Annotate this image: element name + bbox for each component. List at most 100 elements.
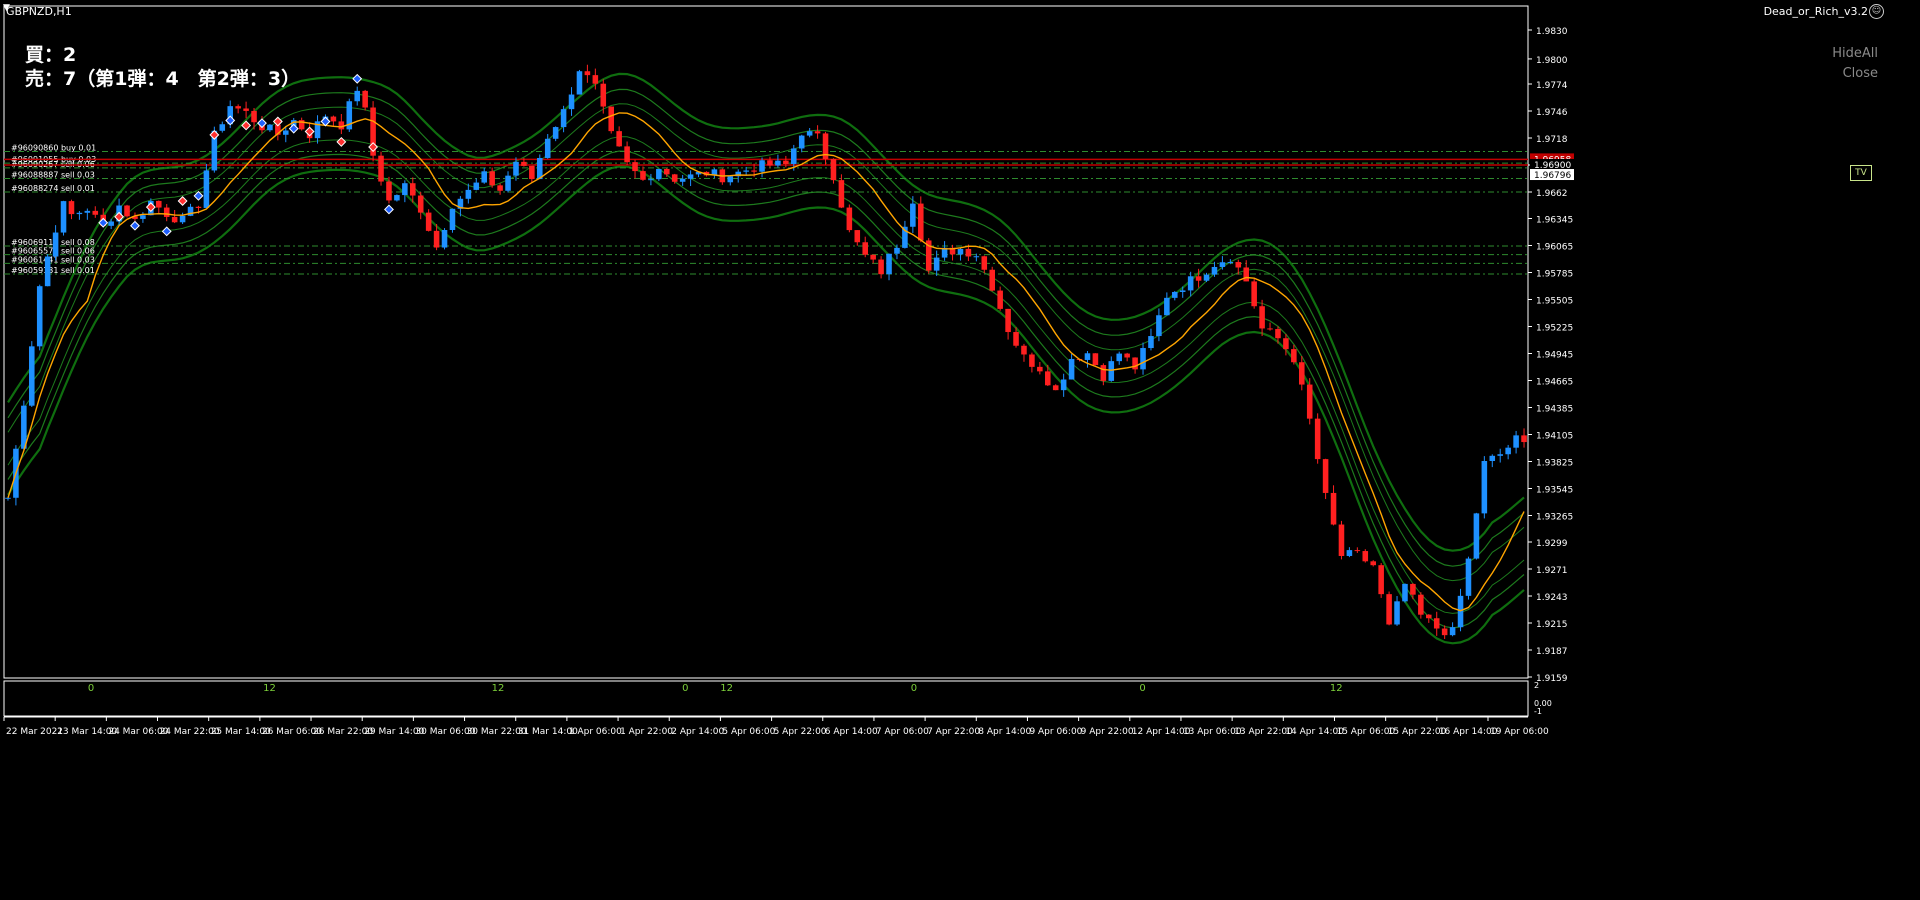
- candle-body: [1346, 550, 1353, 556]
- price-axis-label: 1.94665: [1536, 377, 1573, 387]
- candle-body: [1370, 561, 1376, 566]
- candle-body: [632, 162, 638, 172]
- candle-body: [1275, 329, 1281, 339]
- time-axis-label: 7 Apr 06:00: [876, 727, 929, 737]
- candle-body: [156, 200, 162, 208]
- candle-body: [1029, 354, 1035, 367]
- candle-body: [846, 207, 853, 231]
- candle-body: [1433, 618, 1440, 629]
- candle-body: [521, 161, 527, 166]
- time-axis-label: 9 Apr 06:00: [1029, 727, 1082, 737]
- candle-body: [203, 170, 210, 208]
- candle-body: [251, 110, 257, 123]
- candle-body: [973, 256, 980, 258]
- close-button[interactable]: Close: [1843, 66, 1878, 81]
- candle-body: [1195, 276, 1202, 281]
- candle-body: [1108, 361, 1115, 381]
- candle-body: [1465, 558, 1472, 596]
- candle-body: [163, 207, 170, 217]
- candle-body: [671, 174, 678, 182]
- candle-body: [1219, 262, 1226, 267]
- time-axis-label: 5 Apr 06:00: [722, 727, 775, 737]
- candle-body: [568, 94, 575, 110]
- candle-body: [1148, 336, 1154, 349]
- candle-body: [449, 208, 456, 230]
- entry-marker: [209, 129, 220, 140]
- candle-body: [1394, 601, 1400, 625]
- candle-body: [791, 148, 797, 164]
- price-axis-label: 1.93825: [1536, 458, 1573, 468]
- candle-body: [814, 131, 821, 134]
- candle-body: [1172, 291, 1178, 298]
- candle-body: [918, 203, 924, 241]
- candle-body: [1513, 435, 1519, 448]
- candle-body: [1505, 447, 1511, 455]
- entry-marker: [193, 190, 204, 201]
- candle-body: [767, 160, 773, 166]
- candle-body: [1354, 550, 1361, 552]
- candle-body: [886, 253, 892, 275]
- band-lower-outer: [7, 165, 1525, 645]
- candle-body: [1116, 353, 1122, 362]
- time-axis-label: 15 Apr 06:00: [1336, 727, 1395, 737]
- candle-body: [330, 116, 337, 122]
- price-axis-label: 1.94385: [1536, 404, 1573, 414]
- candle-body: [1227, 262, 1234, 264]
- chart-window[interactable]: 1.98301.98001.97741.97461.97181.96901.96…: [0, 0, 1920, 900]
- candle-body: [679, 178, 686, 182]
- entry-marker: [336, 136, 347, 147]
- candle-body: [505, 175, 511, 191]
- sub-axis-label: -1: [1534, 707, 1542, 716]
- time-axis-label: 13 Apr 06:00: [1183, 727, 1242, 737]
- sub-indicator-label: 0: [682, 683, 688, 694]
- candle-body: [1243, 267, 1249, 282]
- candle-body: [394, 195, 400, 201]
- price-axis-label: 1.9662: [1536, 189, 1568, 199]
- price-axis-label: 1.9718: [1536, 135, 1568, 145]
- candle-body: [537, 157, 543, 180]
- tv-button[interactable]: TV: [1850, 165, 1872, 181]
- hideall-button[interactable]: HideAll: [1832, 46, 1878, 61]
- candle-body: [1283, 338, 1289, 350]
- band-upper-outer: [7, 72, 1525, 552]
- candle-body: [5, 497, 11, 499]
- candle-body: [410, 183, 416, 196]
- candle-body: [243, 108, 249, 111]
- order-line-label: #96061441 sell 0.03: [11, 255, 95, 264]
- candle-body: [1037, 366, 1043, 372]
- candle-body: [743, 170, 749, 172]
- candle-body: [1338, 524, 1345, 556]
- candle-body: [1306, 384, 1313, 419]
- candle-body: [195, 206, 202, 208]
- candle-body: [1449, 627, 1456, 636]
- candle-body: [584, 71, 591, 76]
- time-axis-label: 5 Apr 22:00: [774, 727, 827, 737]
- candle-body: [497, 185, 503, 191]
- time-axis-label: 16 Apr 14:00: [1439, 727, 1498, 737]
- candle-body: [751, 170, 757, 172]
- candle-body: [219, 124, 226, 131]
- price-chart[interactable]: 1.98301.98001.97741.97461.97181.96901.96…: [0, 0, 1920, 900]
- candle-body: [124, 205, 130, 217]
- sub-indicator-label: 12: [720, 683, 733, 694]
- candle-body: [552, 127, 559, 139]
- band-upper-near: [7, 103, 1525, 582]
- candle-body: [465, 189, 472, 199]
- smiley-icon[interactable]: ☺: [1869, 4, 1884, 19]
- price-axis-label: 1.95225: [1536, 324, 1573, 334]
- candle-body: [624, 146, 630, 163]
- price-axis: 1.98301.98001.97741.97461.97181.96901.96…: [1528, 27, 1573, 684]
- candle-body: [425, 212, 432, 231]
- candle-body: [1314, 418, 1321, 460]
- candle-body: [267, 124, 273, 131]
- candle-body: [989, 269, 995, 291]
- time-axis-label: 15 Apr 22:00: [1388, 727, 1447, 737]
- entry-marker: [257, 118, 267, 129]
- candle-body: [592, 75, 599, 84]
- candle-body: [576, 71, 583, 95]
- candle-body: [1426, 614, 1432, 619]
- ea-title: Dead_or_Rich_v3.2: [1763, 5, 1868, 18]
- candle-body: [1457, 595, 1464, 628]
- entry-marker: [130, 220, 140, 231]
- candle-body: [1156, 315, 1162, 337]
